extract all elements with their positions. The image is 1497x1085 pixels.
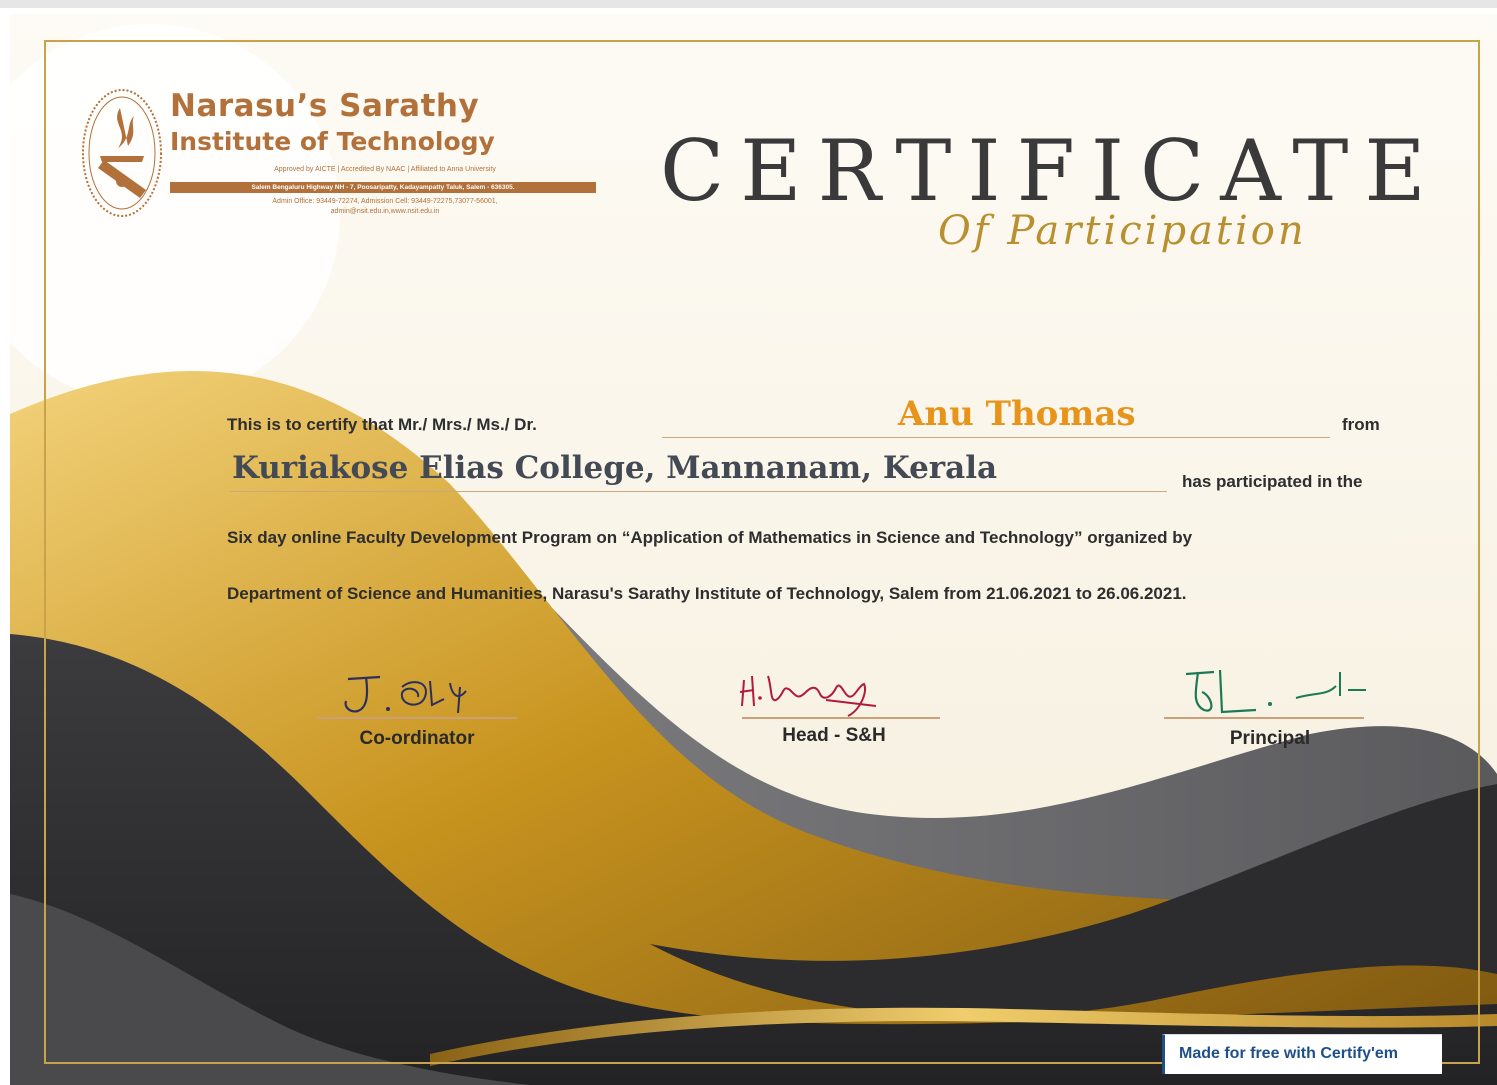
principal-signature-icon — [1185, 669, 1366, 714]
institute-address: Salem Bengaluru Highway NH - 7, Poosarip… — [170, 182, 596, 193]
top-browser-bar — [0, 0, 1497, 8]
certificate: Narasu’s Sarathy Institute of Technology… — [10, 14, 1497, 1085]
coordinator-sign-line — [317, 717, 517, 719]
certifyem-badge[interactable]: Made for free with Certify'em — [1162, 1034, 1442, 1074]
institute-name: Narasu’s Sarathy — [170, 88, 480, 124]
program-description: Six day online Faculty Development Progr… — [227, 528, 1193, 547]
institute-seal-icon — [82, 89, 162, 217]
institution-underline — [230, 491, 1167, 492]
recipient-institution: Kuriakose Elias College, Mannanam, Keral… — [232, 450, 998, 486]
participated-text: has participated in the — [1182, 472, 1363, 491]
institute-subtitle: Institute of Technology — [170, 127, 495, 156]
name-underline — [662, 437, 1330, 438]
head-label: Head - S&H — [782, 725, 886, 746]
coordinator-signature-icon — [344, 675, 467, 714]
recipient-name: Anu Thomas — [898, 394, 1136, 434]
head-sign-line — [742, 717, 940, 719]
institute-approval: Approved by AICTE | Accredited By NAAC |… — [274, 166, 496, 173]
certificate-subtitle: Of Participation — [938, 208, 1307, 254]
certificate-title: CERTIFICATE — [660, 122, 1442, 220]
principal-sign-line — [1164, 717, 1364, 719]
program-organizer: Department of Science and Humanities, Na… — [227, 584, 1187, 603]
institute-web: admin@nsit.edu.in,www.nsit.edu.in — [330, 208, 440, 215]
from-word: from — [1342, 415, 1380, 434]
principal-label: Principal — [1229, 728, 1311, 749]
institute-contact: Admin Office: 93449-72274, Admission Cel… — [272, 198, 498, 205]
certify-prefix: This is to certify that Mr./ Mrs./ Ms./ … — [227, 415, 537, 434]
coordinator-label: Co-ordinator — [359, 728, 475, 749]
